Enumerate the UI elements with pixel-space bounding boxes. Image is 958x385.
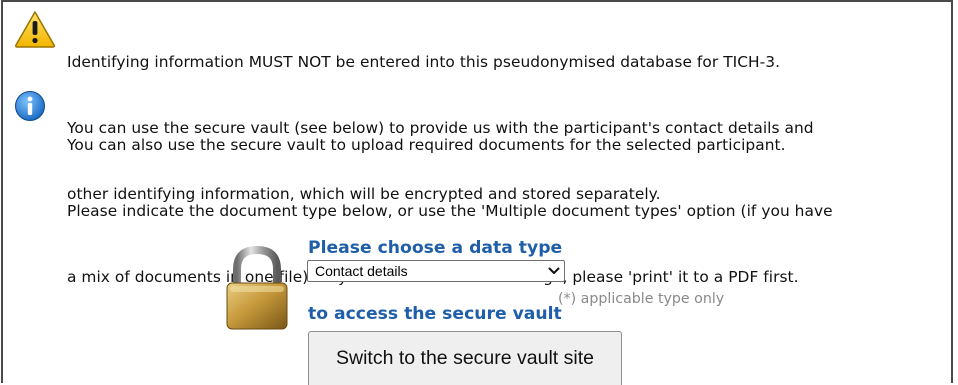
switch-to-vault-button[interactable]: Switch to the secure vault site xyxy=(308,331,622,385)
warning-triangle-icon xyxy=(14,11,56,48)
warning-line: Identifying information MUST NOT be ente… xyxy=(67,53,781,71)
padlock-icon xyxy=(226,245,288,330)
info-line: You can also use the secure vault to upl… xyxy=(67,136,786,154)
vault-heading-line: to access the secure vault xyxy=(308,304,562,324)
chevron-down-icon xyxy=(544,261,564,281)
applicable-type-hint: (*) applicable type only xyxy=(558,291,725,307)
data-type-select-value: Contact details xyxy=(315,263,408,279)
vault-heading-line: Please choose a data type xyxy=(308,238,563,258)
info-circle-icon xyxy=(15,91,45,121)
data-type-select[interactable]: Contact details xyxy=(307,260,565,282)
vault-panel: Identifying information MUST NOT be ente… xyxy=(1,0,953,385)
